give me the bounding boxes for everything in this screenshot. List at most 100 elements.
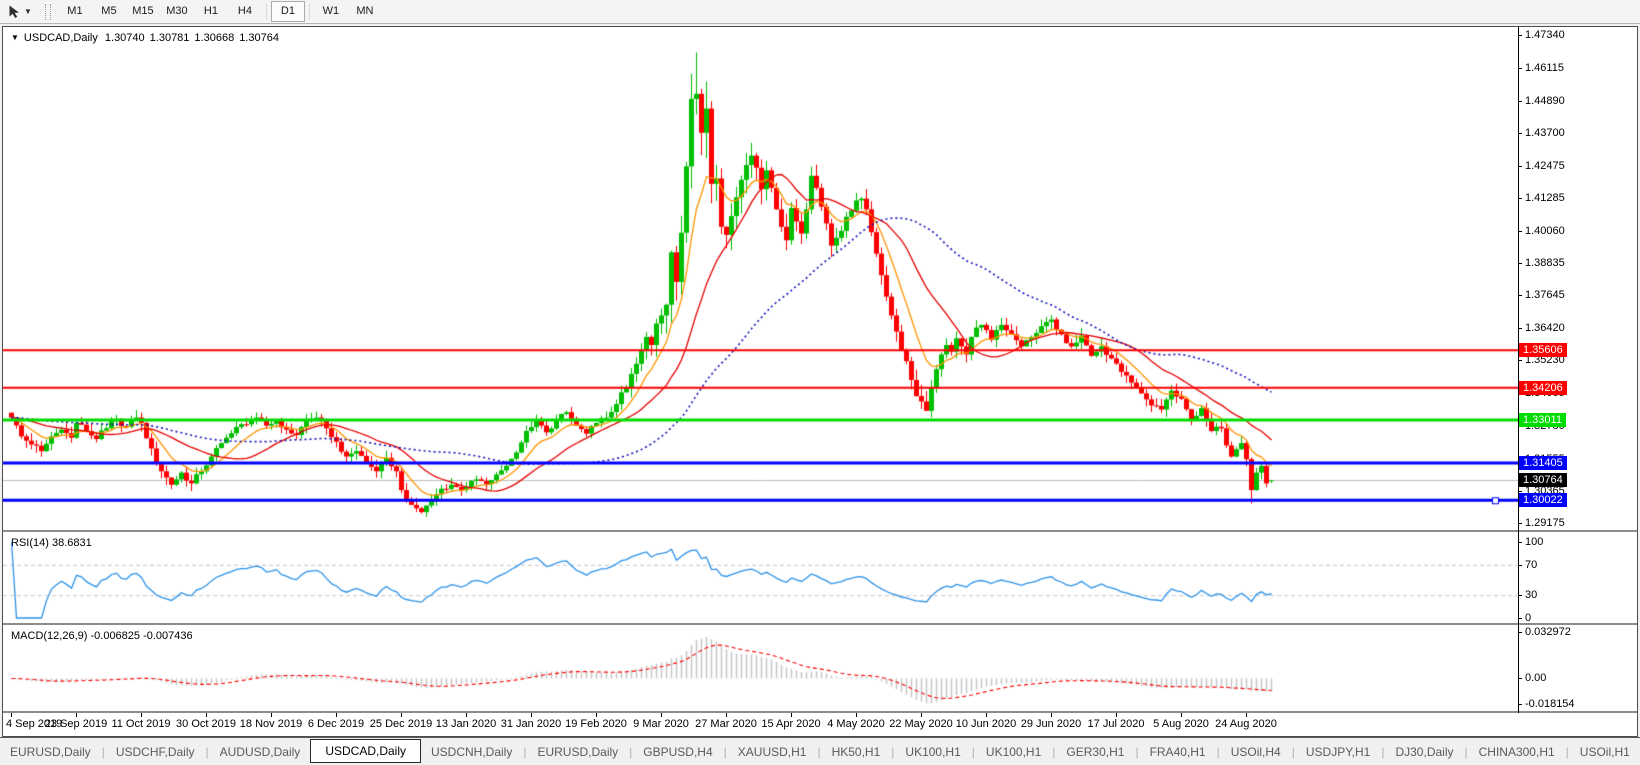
rsi-panel-canvas[interactable] [3,532,1518,623]
price-axis-label: 1.42475 [1525,160,1565,172]
date-axis-label: 10 Jun 2020 [955,718,1017,730]
date-axis-label: 17 Jul 2020 [1087,718,1145,730]
rsi-axis-label: 100 [1525,536,1544,548]
chart-menu-caret-icon[interactable]: ▼ [11,33,19,42]
date-axis-label: 13 Jan 2020 [435,718,497,730]
date-axis-label: 22 May 2020 [889,718,953,730]
price-axis-tick [1518,491,1522,492]
macd-axis-label: 0.00 [1525,672,1547,684]
date-axis-label: 30 Oct 2019 [176,718,236,730]
date-axis-tick [76,713,77,717]
rsi-axis-label: 70 [1525,559,1538,571]
panel-divider [3,711,1637,713]
date-axis-label: 4 May 2020 [827,718,885,730]
tab-eurusd-daily-0[interactable]: EURUSD,Daily [0,741,101,763]
date-axis-label: 27 Mar 2020 [695,718,757,730]
price-axis-label: 1.41285 [1525,192,1565,204]
tab-usdcad-daily-3[interactable]: USDCAD,Daily [310,738,421,763]
price-axis-label: 1.40060 [1525,225,1565,237]
tab-ger30-h1-11[interactable]: GER30,H1 [1056,741,1134,763]
timeframe-button-h1[interactable]: H1 [194,1,228,22]
tab-eurusd-daily-5[interactable]: EURUSD,Daily [527,741,628,763]
tab-xauusd-h1-7[interactable]: XAUUSD,H1 [728,741,817,763]
price-axis-tick [1518,166,1522,167]
macd-axis-tick [1518,632,1522,633]
timeframe-button-m30[interactable]: M30 [160,1,194,22]
tab-usdcnh-daily-4[interactable]: USDCNH,Daily [421,741,522,763]
current-price-label: 1.30764 [1519,473,1567,487]
tab-uk100-h1-9[interactable]: UK100,H1 [895,741,970,763]
date-axis-tick [1246,713,1247,717]
price-panel-canvas[interactable] [3,27,1518,530]
tab-dj30-daily-15[interactable]: DJ30,Daily [1385,741,1463,763]
tab-audusd-daily-2[interactable]: AUDUSD,Daily [210,741,311,763]
date-axis-label: 23 Sep 2019 [44,718,108,730]
hline-price-label: 1.31405 [1519,456,1567,470]
chevron-down-icon[interactable]: ▼ [24,7,32,16]
tab-uk100-h1-10[interactable]: UK100,H1 [976,741,1051,763]
tab-gbpusd-h4-6[interactable]: GBPUSD,H4 [633,741,722,763]
tab-china300-h1-16[interactable]: CHINA300,H1 [1469,741,1565,763]
date-axis-tick [11,713,12,717]
date-axis-tick [466,713,467,717]
date-axis-label: 19 Feb 2020 [565,718,627,730]
tab-usdchf-daily-1[interactable]: USDCHF,Daily [106,741,205,763]
date-axis-label: 9 Mar 2020 [633,718,689,730]
symbol-tabbar: EURUSD,Daily | USDCHF,Daily | AUDUSD,Daily US… [0,737,1640,765]
rsi-label: RSI(14) 38.6831 [11,537,92,549]
rsi-axis-label: 30 [1525,589,1538,601]
timeframe-group: M1 M5 M15 M30 H1 H4 D1 W1 MN [58,1,382,22]
toolbar-separator [265,3,267,20]
hline-price-label: 1.33011 [1519,413,1566,427]
tab-usoil-h1-17[interactable]: USOil,H1 [1570,741,1640,763]
price-axis-tick [1518,68,1522,69]
date-axis-tick [791,713,792,717]
price-axis-label: 1.38835 [1525,257,1565,269]
timeframe-button-d1[interactable]: D1 [270,1,305,22]
macd-label: MACD(12,26,9) -0.006825 -0.007436 [11,630,193,642]
macd-panel-canvas[interactable] [3,625,1518,711]
rsi-axis-label: 0 [1525,612,1532,624]
timeframe-button-m1[interactable]: M1 [58,1,92,22]
rsi-value: 38.6831 [51,537,92,549]
date-axis-tick [141,713,142,717]
tab-hk50-h1-8[interactable]: HK50,H1 [822,741,891,763]
toolbar-grip[interactable] [44,3,51,20]
price-axis-tick [1518,198,1522,199]
date-axis-label: 25 Dec 2019 [369,718,433,730]
price-axis-tick [1518,101,1522,102]
tab-usdjpy-h1-14[interactable]: USDJPY,H1 [1296,741,1380,763]
date-axis-tick [1116,713,1117,717]
price-axis-tick [1518,295,1522,296]
macd-axis-tick [1518,678,1522,679]
ohlc-high: 1.30781 [149,32,190,44]
rsi-axis-tick [1518,618,1522,619]
price-axis-tick [1518,263,1522,264]
cursor-tool-button[interactable]: ▼ [3,2,36,21]
timeframe-button-w1[interactable]: W1 [314,1,348,22]
date-axis-label: 6 Dec 2019 [307,718,365,730]
price-axis-tick [1518,328,1522,329]
price-axis-label: 1.29175 [1525,517,1565,529]
timeframe-button-m5[interactable]: M5 [92,1,126,22]
date-axis-tick [336,713,337,717]
date-axis-tick [596,713,597,717]
price-axis-label: 1.37645 [1525,289,1565,301]
timeframe-button-mn[interactable]: MN [348,1,382,22]
macd-axis-tick [1518,704,1522,705]
price-axis-line [1518,27,1519,713]
tab-usoil-h4-13[interactable]: USOil,H4 [1221,741,1291,763]
macd-axis-label: 0.032972 [1525,626,1571,638]
macd-name: MACD(12,26,9) [11,630,88,642]
timeframe-button-h4[interactable]: H4 [228,1,262,22]
rsi-axis-tick [1518,595,1522,596]
price-axis-label: 1.44890 [1525,95,1565,107]
timeframe-button-m15[interactable]: M15 [126,1,160,22]
macd-axis-label: -0.018154 [1525,698,1575,710]
date-axis-label: 5 Aug 2020 [1153,718,1209,730]
date-axis-tick [726,713,727,717]
macd-value-main: -0.006825 [90,630,141,642]
tab-fra40-h1-12[interactable]: FRA40,H1 [1140,741,1216,763]
rsi-name: RSI(14) [11,537,49,549]
date-axis-tick [271,713,272,717]
